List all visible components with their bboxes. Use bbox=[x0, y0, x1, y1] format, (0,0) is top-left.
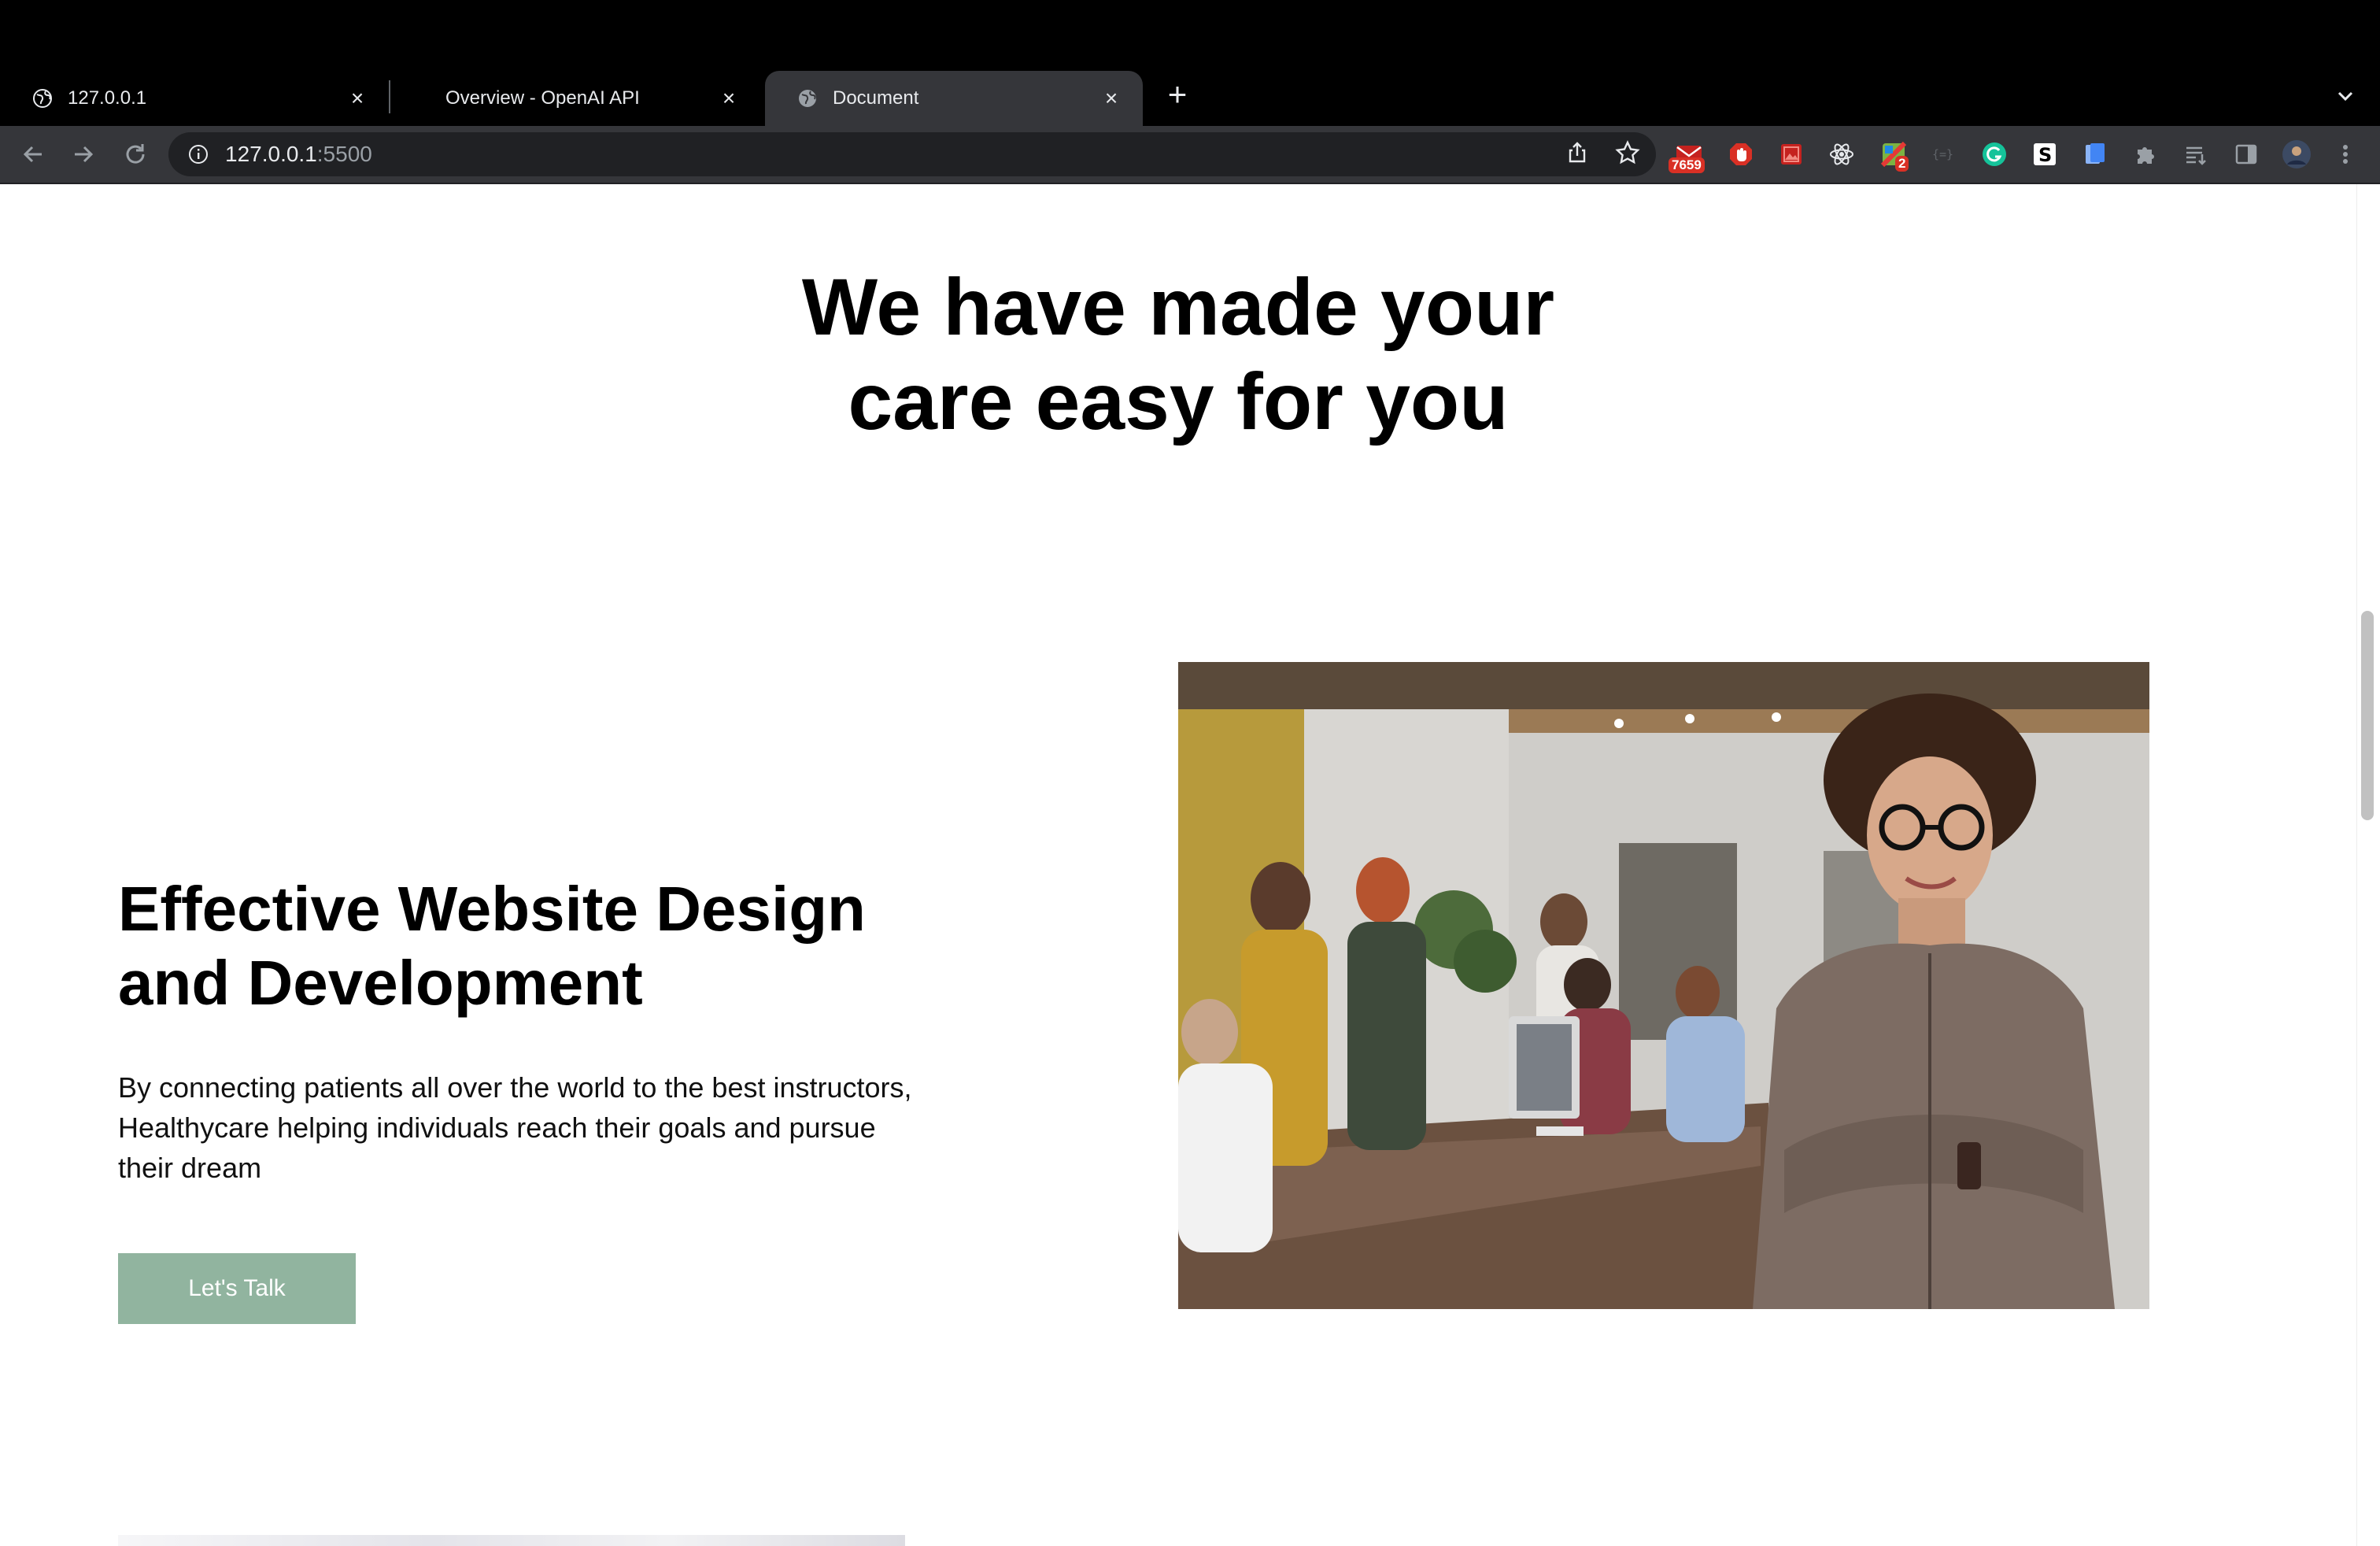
svg-text:{=}: {=} bbox=[1932, 147, 1953, 161]
tab-separator bbox=[389, 80, 390, 113]
tab-title: Document bbox=[833, 87, 919, 109]
mail-extension-icon[interactable]: 7659 bbox=[1669, 139, 1705, 173]
globe-icon bbox=[31, 87, 54, 109]
feature-title-line-1: Effective Website Design bbox=[118, 874, 866, 944]
tab-title: Overview - OpenAI API bbox=[445, 87, 640, 109]
new-tab-button[interactable]: + bbox=[1162, 78, 1193, 111]
s-extension-icon[interactable]: S bbox=[2029, 139, 2060, 170]
reload-button[interactable] bbox=[118, 137, 153, 172]
image-extension-icon[interactable] bbox=[1776, 139, 1807, 170]
forward-button[interactable] bbox=[66, 137, 101, 172]
tab-127-0-0-1[interactable]: 127.0.0.1 × bbox=[0, 71, 389, 126]
feature-title-line-2: and Development bbox=[118, 948, 643, 1018]
toolbar-divider bbox=[0, 183, 2380, 184]
scrollbar-thumb[interactable] bbox=[2361, 611, 2374, 820]
tab-document[interactable]: Document × bbox=[765, 71, 1143, 126]
hero-heading: We have made your care easy for you bbox=[0, 260, 2356, 449]
more-menu-icon[interactable] bbox=[2330, 139, 2361, 170]
adblock-icon[interactable] bbox=[1725, 139, 1757, 170]
extension-count-badge: 2 bbox=[1895, 156, 1909, 172]
feature-title: Effective Website Design and Development bbox=[118, 872, 905, 1020]
next-section-image-edge bbox=[118, 1535, 905, 1546]
feature-description: By connecting patients all over the worl… bbox=[118, 1071, 912, 1184]
reading-list-icon[interactable] bbox=[2180, 139, 2212, 170]
browser-toolbar: 127.0.0.1:5500 7659 2 {=} S bbox=[0, 126, 2380, 183]
back-button[interactable] bbox=[16, 137, 50, 172]
hero-heading-line-2: care easy for you bbox=[848, 357, 1509, 446]
mail-count-badge: 7659 bbox=[1669, 157, 1705, 173]
react-devtools-icon[interactable] bbox=[1826, 139, 1857, 170]
url-host: 127.0.0.1 bbox=[225, 142, 317, 166]
json-viewer-icon[interactable]: {=} bbox=[1928, 139, 1960, 170]
team-office-photo bbox=[1178, 662, 2149, 1309]
hero-heading-line-1: We have made your bbox=[801, 262, 1555, 352]
tab-search-chevron-icon[interactable] bbox=[2331, 82, 2360, 110]
tab-openai-overview[interactable]: Overview - OpenAI API × bbox=[394, 71, 760, 126]
svg-text:S: S bbox=[2038, 144, 2052, 166]
address-bar[interactable]: 127.0.0.1:5500 bbox=[168, 132, 1656, 176]
close-icon[interactable]: × bbox=[1099, 86, 1124, 111]
share-icon[interactable] bbox=[1561, 137, 1593, 168]
docs-extension-icon[interactable] bbox=[2079, 139, 2111, 170]
url-port: :5500 bbox=[316, 142, 372, 166]
close-icon[interactable]: × bbox=[345, 86, 370, 111]
bookmark-star-icon[interactable] bbox=[1612, 137, 1643, 168]
profile-avatar[interactable] bbox=[2281, 139, 2312, 170]
tab-title: 127.0.0.1 bbox=[68, 87, 147, 109]
site-info-icon[interactable] bbox=[187, 143, 209, 165]
extension-icon[interactable]: 2 bbox=[1878, 139, 1909, 172]
scrollbar-track[interactable] bbox=[2356, 184, 2380, 1546]
side-panel-icon[interactable] bbox=[2230, 139, 2262, 170]
lets-talk-button[interactable]: Let's Talk bbox=[118, 1253, 356, 1324]
globe-icon bbox=[796, 87, 819, 109]
extensions-puzzle-icon[interactable] bbox=[2130, 139, 2161, 170]
grammarly-icon[interactable] bbox=[1979, 139, 2010, 170]
close-icon[interactable]: × bbox=[716, 86, 741, 111]
